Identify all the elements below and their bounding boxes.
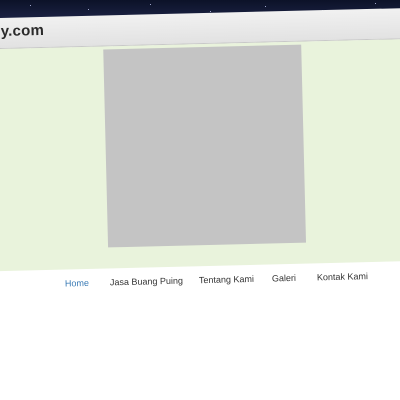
- nav-item-galeri[interactable]: Galeri: [272, 273, 296, 284]
- nav-item-jasa-buang-puing[interactable]: Jasa Buang Puing: [110, 276, 183, 288]
- hero-banner: [0, 38, 400, 272]
- nav-item-kontak-kami[interactable]: Kontak Kami: [317, 271, 368, 282]
- main-navigation: Home Jasa Buang Puing Tentang Kami Galer…: [7, 270, 400, 288]
- nav-item-tentang-kami[interactable]: Tentang Kami: [199, 274, 254, 285]
- image-placeholder-icon: [103, 44, 307, 248]
- web-page: y.com Home Jasa Buang Puing Tentang Kami…: [0, 0, 400, 400]
- nav-item-home[interactable]: Home: [65, 278, 89, 289]
- site-title[interactable]: y.com: [1, 22, 45, 40]
